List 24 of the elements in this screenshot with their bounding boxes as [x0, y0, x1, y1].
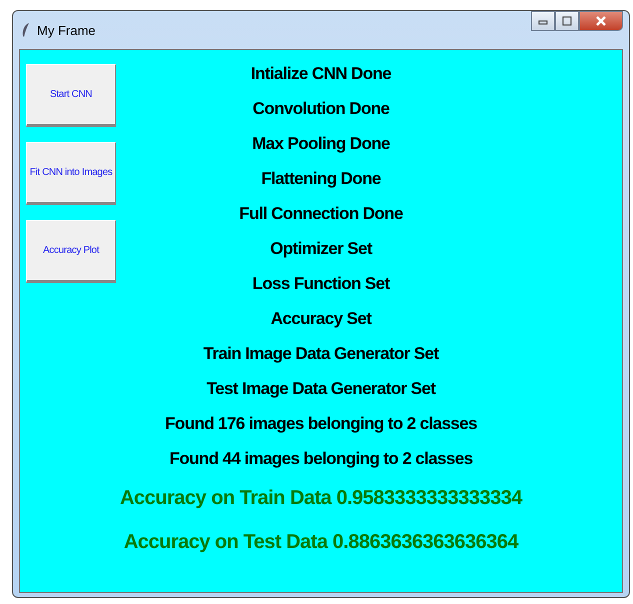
maximize-icon: [562, 16, 572, 26]
action-button[interactable]: Start CNN: [26, 64, 116, 127]
status-message: Accuracy Set: [270, 308, 372, 330]
window-title: My Frame: [37, 22, 96, 38]
minimize-button[interactable]: [531, 11, 555, 31]
close-icon: [595, 15, 607, 27]
action-button[interactable]: Accuracy Plot: [26, 220, 116, 283]
status-message: Train Image Data Generator Set: [203, 343, 439, 365]
status-message: Full Connection Done: [239, 203, 403, 225]
status-message: Max Pooling Done: [252, 133, 390, 155]
feather-icon: [21, 22, 31, 38]
status-message: Found 44 images belonging to 2 classes: [169, 448, 473, 470]
status-message: Test Image Data Generator Set: [206, 378, 436, 400]
status-message: Flattening Done: [261, 168, 381, 190]
accuracy-result: Accuracy on Train Data 0.9583333333333334: [120, 486, 522, 511]
status-message: Intialize CNN Done: [250, 63, 392, 85]
maximize-button[interactable]: [555, 11, 579, 31]
accuracy-result: Accuracy on Test Data 0.8863636363636364: [124, 530, 518, 555]
status-message: Found 176 images belonging to 2 classes: [165, 413, 477, 435]
action-button[interactable]: Fit CNN into Images: [26, 142, 116, 205]
status-message: Loss Function Set: [252, 273, 390, 295]
status-message: Optimizer Set: [270, 238, 372, 260]
close-button[interactable]: [579, 11, 623, 31]
status-message: Convolution Done: [252, 98, 390, 120]
